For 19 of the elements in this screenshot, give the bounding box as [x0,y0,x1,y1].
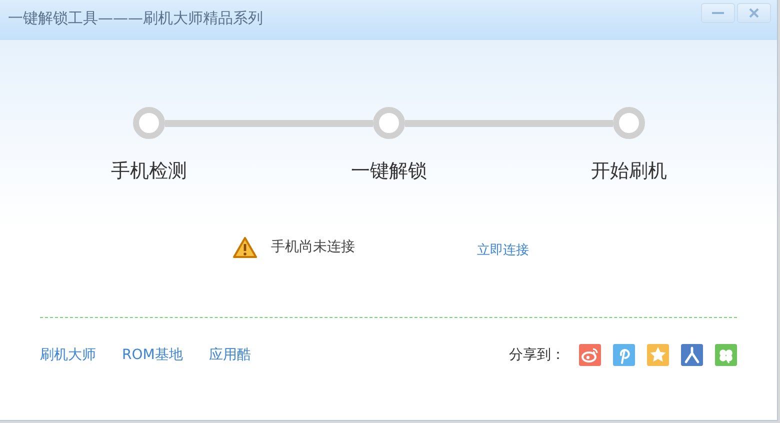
connect-link[interactable]: 立即连接 [477,241,529,259]
swirl-icon[interactable] [579,344,601,366]
person-icon[interactable] [681,344,703,366]
footer-link[interactable]: ROM基地 [122,346,183,364]
window-title: 一键解锁工具———刷机大师精品系列 [7,8,263,28]
minimize-button[interactable] [701,3,735,23]
warning-icon [233,236,257,258]
close-icon [747,6,761,20]
step-label: 手机检测 [111,159,187,184]
minimize-icon [712,12,724,14]
footer-link[interactable]: 应用酷 [208,346,251,364]
pin-icon[interactable] [613,344,635,366]
footer-link[interactable]: 刷机大师 [40,346,96,364]
clover-icon[interactable] [715,344,737,366]
step-label: 一键解锁 [351,159,427,184]
step-label: 开始刷机 [591,159,667,184]
status-message: 手机尚未连接 [271,238,356,256]
share-label: 分享到： [509,346,565,364]
close-button[interactable] [737,3,771,23]
